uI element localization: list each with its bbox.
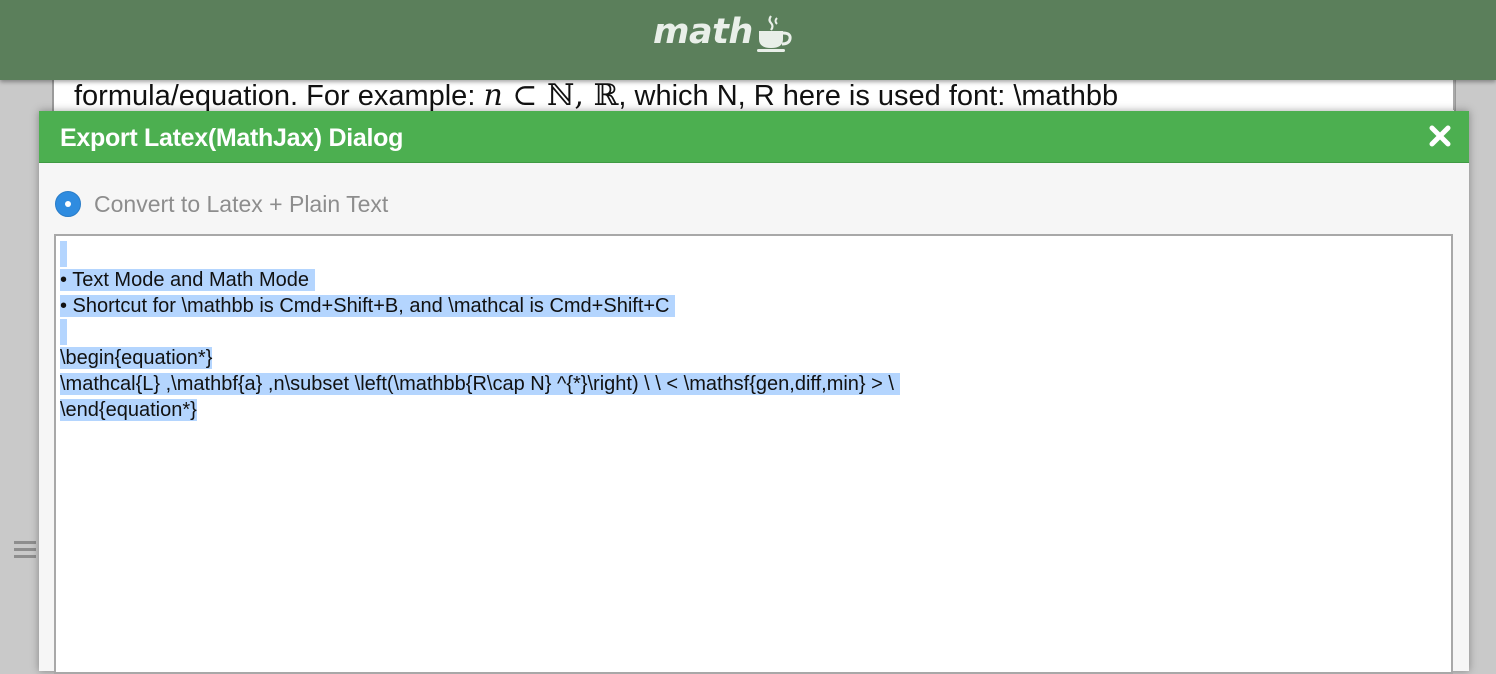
math-subset: ⊂ (502, 78, 547, 113)
math-inline: n ⊂ ℕ, ℝ (483, 78, 618, 113)
output-line: \mathcal{L} ,\mathbf{a} ,n\subset \left(… (60, 373, 900, 395)
math-bb-N: ℕ (546, 78, 575, 113)
app-logo[interactable]: math (653, 10, 795, 54)
logo-text: math (653, 12, 753, 52)
app-header: math (0, 0, 1496, 80)
math-var-n: n (483, 78, 503, 113)
output-line (60, 241, 1447, 267)
dialog-header: Export Latex(MathJax) Dialog (39, 111, 1469, 163)
convert-option[interactable]: Convert to Latex + Plain Text (55, 188, 388, 220)
document-text-prefix: formula/equation. For example: (74, 80, 484, 112)
math-bb-R: ℝ (593, 78, 619, 113)
output-line: \begin{equation*} (60, 347, 213, 369)
latex-output-textarea[interactable]: • Text Mode and Math Mode • Shortcut for… (54, 234, 1453, 674)
document-text-suffix: , which N, R here is used font: \mathbb (618, 80, 1119, 112)
document-text-line: formula/equation. For example: n ⊂ ℕ, ℝ,… (74, 78, 1118, 113)
output-line: • Shortcut for \mathbb is Cmd+Shift+B, a… (60, 295, 676, 317)
convert-option-radio[interactable] (55, 191, 81, 217)
convert-option-label[interactable]: Convert to Latex + Plain Text (94, 191, 388, 218)
math-separator: , (574, 78, 594, 113)
output-line: • Text Mode and Math Mode (60, 269, 315, 291)
hamburger-menu-icon[interactable] (14, 541, 36, 559)
output-line: \end{equation*} (60, 399, 197, 421)
coffee-cup-icon (756, 15, 792, 52)
dialog-title: Export Latex(MathJax) Dialog (60, 124, 404, 152)
output-line (60, 319, 1447, 345)
close-icon[interactable] (1427, 123, 1453, 149)
export-latex-dialog: Export Latex(MathJax) Dialog Convert to … (39, 111, 1469, 674)
